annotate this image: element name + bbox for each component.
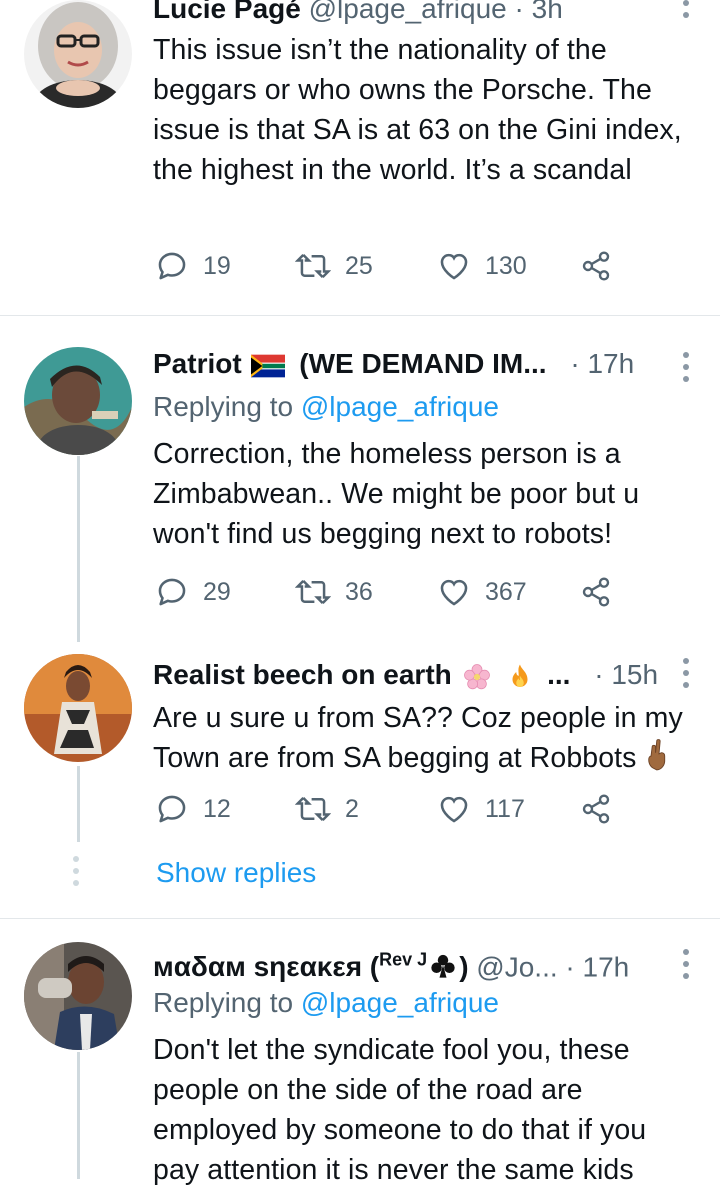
share-icon [582,794,610,824]
tweet-header: Realist beech on earth ... · 15h [153,658,658,692]
author-handle[interactable]: @Jo... [476,951,557,982]
share-button[interactable] [580,789,612,829]
south-africa-flag-icon [251,354,286,377]
avatar[interactable] [24,942,132,1050]
like-button[interactable]: 130 [437,246,527,286]
reply-count: 19 [203,251,231,280]
thread-more-dots-icon [73,856,79,886]
show-replies-link[interactable]: Show replies [156,857,316,889]
tweet-3[interactable]: Realist beech on earth ... · 15h Are u s… [0,646,720,918]
like-button[interactable]: 367 [437,572,527,612]
author-name[interactable]: мαδαм sηεακεя (Rev J) [153,950,469,982]
retweet-icon [295,580,331,604]
author-name[interactable]: Realist beech on earth [153,659,452,690]
timestamp[interactable]: · 3h [515,0,563,24]
cherry-blossom-icon [463,663,490,689]
share-button[interactable] [580,246,612,286]
action-bar: 29 36 367 [155,572,625,612]
like-count: 130 [485,251,527,280]
avatar[interactable] [24,347,132,455]
heart-icon [440,253,468,280]
action-bar: 19 25 130 [155,246,625,286]
retweet-count: 25 [345,251,373,280]
like-count: 367 [485,577,527,606]
more-options-icon[interactable] [682,352,690,382]
tweet-header: Patriot (WE DEMAND IM... · 17h [153,347,634,381]
fire-icon [512,664,528,687]
tweet-text: Are u sure u from SA?? Coz people in my … [153,702,683,774]
retweet-button[interactable]: 2 [295,789,359,829]
heart-icon [440,796,468,823]
reply-button[interactable]: 19 [155,246,231,286]
author-handle[interactable]: @lpage_afrique [309,0,507,24]
retweet-button[interactable]: 36 [295,572,373,612]
avatar[interactable] [24,0,132,108]
tweet-text: Don't let the syndicate fool you, these … [153,1034,647,1186]
tweet-2[interactable]: Patriot (WE DEMAND IM... · 17h Replying … [0,316,720,646]
share-button[interactable] [580,572,612,612]
like-button[interactable]: 117 [437,789,525,829]
heart-icon [440,579,468,606]
tweet-header: Lucie Pagé @lpage_afrique · 3h [153,0,563,26]
thread-connector [77,1052,80,1179]
replying-handle[interactable]: @lpage_afrique [301,987,499,1018]
author-name-suffix[interactable]: ... [547,659,570,690]
action-bar: 12 2 117 [155,789,625,829]
retweet-button[interactable]: 25 [295,246,373,286]
thread-connector [77,456,80,642]
crossed-fingers-icon [647,739,665,771]
timestamp[interactable]: · 17h [570,348,634,379]
retweet-count: 36 [345,577,373,606]
reply-button[interactable]: 29 [155,572,231,612]
reply-icon [158,578,186,606]
reply-icon [158,252,186,280]
retweet-icon [295,797,331,821]
retweet-count: 2 [345,794,359,823]
more-options-icon[interactable] [682,0,690,18]
club-suit-icon [431,955,455,978]
replying-to: Replying to @lpage_afrique [153,987,499,1018]
reply-icon [158,795,186,823]
retweet-icon [295,254,331,278]
timestamp[interactable]: · 17h [565,951,629,982]
replying-handle[interactable]: @lpage_afrique [301,391,499,422]
author-name-suffix[interactable]: (WE DEMAND IM... [299,348,546,379]
tweet-text: This issue isn’t the nationality of the … [153,34,682,186]
timestamp[interactable]: · 15h [594,659,658,690]
more-options-icon[interactable] [682,949,690,979]
replying-to: Replying to @lpage_afrique [153,391,499,422]
share-icon [582,577,610,607]
tweet-1[interactable]: Lucie Pagé @lpage_afrique · 3h This issu… [0,0,720,315]
avatar[interactable] [24,654,132,762]
reply-button[interactable]: 12 [155,789,231,829]
like-count: 117 [485,794,525,823]
thread-connector [77,766,80,842]
author-name[interactable]: Patriot [153,348,242,379]
reply-count: 29 [203,577,231,606]
author-name[interactable]: Lucie Pagé [153,0,301,24]
more-options-icon[interactable] [682,658,690,688]
tweet-header: мαδαм sηεακεя (Rev J) @Jo... · 17h [153,943,629,984]
reply-count: 12 [203,794,231,823]
tweet-text: Correction, the homeless person is a Zim… [153,438,640,550]
tweet-4[interactable]: мαδαм sηεακεя (Rev J) @Jo... · 17h Reply… [0,919,720,1186]
share-icon [582,251,610,281]
